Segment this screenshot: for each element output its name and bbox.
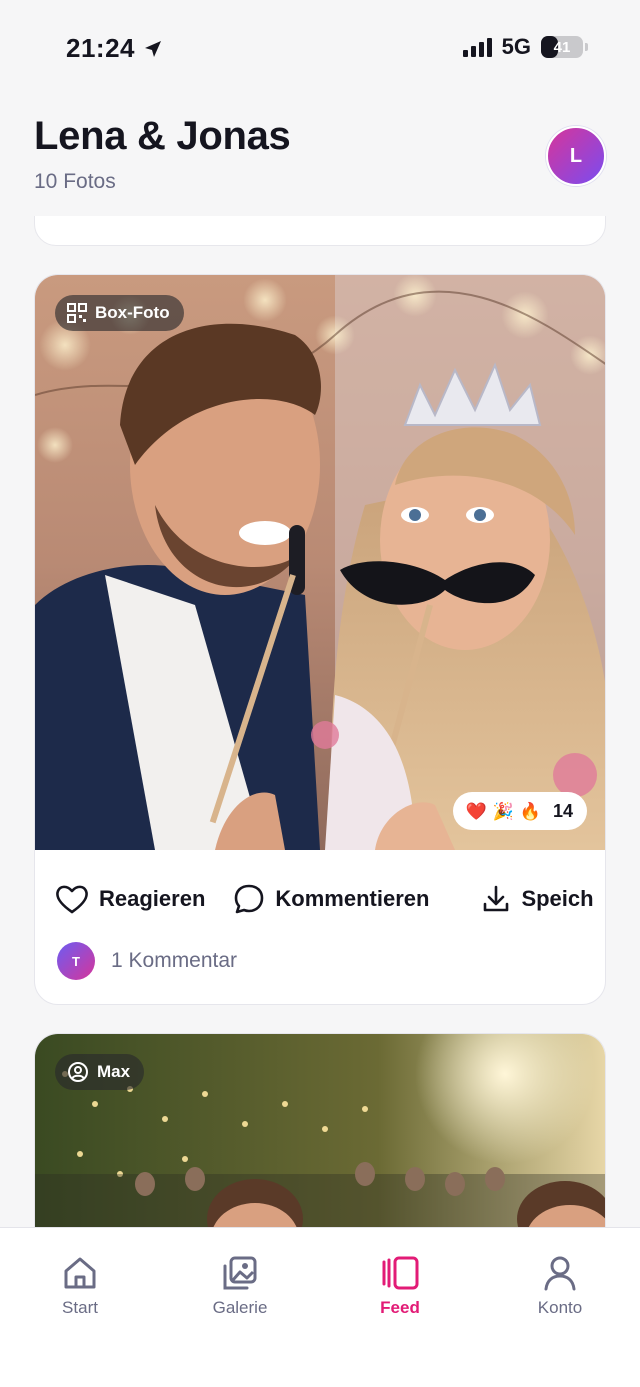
save-button[interactable]: Speich bbox=[481, 884, 594, 914]
feed-icon bbox=[382, 1256, 419, 1290]
tab-feed[interactable]: Feed bbox=[340, 1254, 460, 1318]
heart-reaction-icon: ❤️ bbox=[465, 801, 487, 821]
tab-konto[interactable]: Konto bbox=[500, 1254, 620, 1318]
comment-count: 1 Kommentar bbox=[111, 949, 238, 972]
reactions-summary[interactable]: ❤️ 🎉 🔥 14 bbox=[453, 792, 587, 830]
battery-icon: 41 bbox=[541, 36, 583, 58]
tab-label: Start bbox=[62, 1298, 98, 1317]
tab-galerie[interactable]: Galerie bbox=[180, 1254, 300, 1318]
user-icon bbox=[544, 1256, 576, 1291]
post-card: Max bbox=[34, 1033, 606, 1227]
reaction-count: 14 bbox=[552, 800, 573, 821]
page-title: Lena & Jonas bbox=[34, 114, 291, 158]
source-label: Box-Foto bbox=[95, 303, 170, 322]
account-avatar[interactable]: L bbox=[546, 126, 606, 186]
signal-icon bbox=[462, 37, 492, 57]
fire-reaction-icon: 🔥 bbox=[519, 801, 541, 821]
source-label: Max bbox=[97, 1062, 131, 1081]
photo-count: 10 Fotos bbox=[34, 170, 116, 193]
commenter-initial: T bbox=[72, 953, 80, 969]
download-icon bbox=[484, 885, 509, 912]
location-arrow-icon bbox=[145, 40, 161, 57]
home-icon bbox=[64, 1257, 96, 1289]
react-button[interactable]: Reagieren bbox=[55, 884, 205, 914]
post-photo[interactable]: Box-Foto ❤️ 🎉 🔥 14 bbox=[35, 275, 605, 850]
heart-icon bbox=[56, 885, 88, 914]
photo-image bbox=[35, 275, 605, 850]
gallery-icon bbox=[223, 1256, 257, 1290]
qr-code-icon bbox=[67, 303, 87, 323]
comment-bubble-icon bbox=[235, 884, 264, 914]
battery-percent: 41 bbox=[553, 38, 571, 56]
comment-label: Kommentieren bbox=[275, 886, 430, 911]
tab-start[interactable]: Start bbox=[20, 1254, 140, 1318]
source-badge: Box-Foto bbox=[55, 295, 184, 331]
tab-label: Konto bbox=[537, 1298, 583, 1317]
status-bar: 21:24 5G 41 bbox=[0, 0, 640, 96]
network-label: 5G bbox=[501, 34, 531, 59]
party-reaction-icon: 🎉 bbox=[492, 801, 514, 821]
post-card: Box-Foto ❤️ 🎉 🔥 14 Reagieren Kommentiere… bbox=[34, 274, 606, 1005]
status-indicators: 5G 41 bbox=[462, 34, 588, 60]
avatar-initial: L bbox=[569, 144, 583, 167]
commenter-avatar: T bbox=[57, 942, 95, 980]
battery-cap bbox=[585, 43, 588, 51]
bottom-tab-bar: Start Galerie Feed Konto bbox=[0, 1227, 640, 1387]
previous-post-card bbox=[34, 216, 606, 246]
user-circle-icon bbox=[68, 1062, 88, 1082]
post-actions: Reagieren Kommentieren Speich bbox=[35, 850, 605, 948]
post-photo[interactable]: Max bbox=[35, 1034, 605, 1227]
status-time: 21:24 bbox=[66, 33, 163, 64]
react-label: Reagieren bbox=[99, 886, 206, 911]
source-badge: Max bbox=[55, 1054, 145, 1090]
feed-list[interactable]: Box-Foto ❤️ 🎉 🔥 14 Reagieren Kommentiere… bbox=[0, 216, 640, 1227]
page-header: Lena & Jonas 10 Fotos L bbox=[0, 96, 640, 216]
comment-button[interactable]: Kommentieren bbox=[233, 883, 429, 915]
tab-label: Feed bbox=[380, 1298, 420, 1317]
tab-label: Galerie bbox=[212, 1298, 268, 1317]
comments-link[interactable]: T 1 Kommentar bbox=[57, 942, 237, 980]
save-label: Speich bbox=[521, 886, 594, 911]
status-time-text: 21:24 bbox=[66, 33, 135, 63]
